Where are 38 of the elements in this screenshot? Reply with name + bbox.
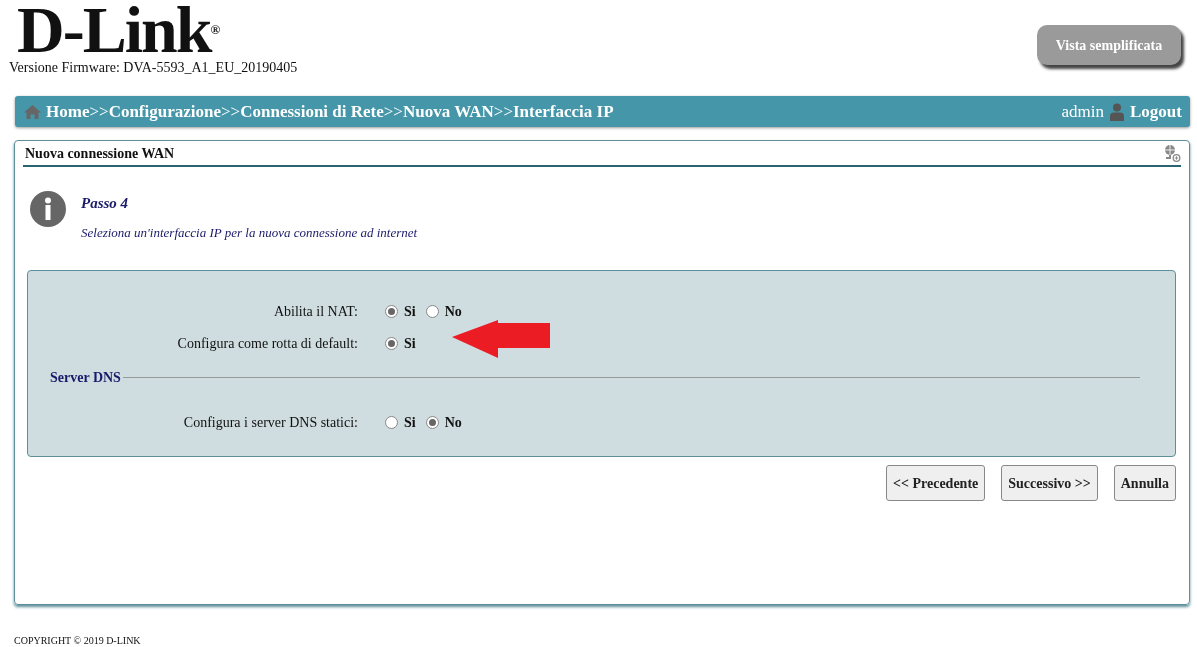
copyright-text: COPYRIGHT © 2019 D-LINK (14, 634, 141, 647)
option-label: Si (404, 413, 416, 432)
radio-button[interactable] (385, 304, 398, 318)
breadcrumb-link[interactable]: Connessioni di Rete (240, 98, 384, 125)
breadcrumb-link[interactable]: Configurazione (108, 98, 221, 125)
field-label: Abilita il NAT: (272, 302, 359, 321)
panel-title: Nuova connessione WAN (25, 144, 175, 163)
firmware-version: Versione Firmware: DVA-5593_A1_EU_20190405 (9, 60, 298, 76)
option-label: Si (404, 334, 416, 353)
option-label: No (444, 302, 462, 321)
breadcrumb-separator: >> (383, 100, 403, 123)
breadcrumb-link[interactable]: Home (46, 98, 90, 125)
radio-button[interactable] (425, 415, 439, 429)
wizard-button[interactable]: << Precedente (886, 465, 986, 501)
radio-button[interactable] (385, 336, 398, 350)
breadcrumb-separator: >> (89, 100, 109, 123)
option-label: No (444, 413, 462, 432)
breadcrumb-separator: >> (493, 100, 513, 123)
field-label: Configura come rotta di default: (176, 334, 359, 353)
username: admin (1061, 100, 1105, 123)
simplified-view-button[interactable]: Vista semplificata (1037, 25, 1181, 65)
logout-link[interactable]: Logout (1130, 98, 1182, 125)
step-title: Passo 4 (81, 194, 130, 213)
radio-button[interactable] (385, 415, 398, 429)
breadcrumb-link[interactable]: Nuova WAN (402, 98, 494, 125)
option-label: Si (404, 302, 416, 321)
section-title: Server DNS (50, 369, 121, 387)
step-description: Seleziona un'interfaccia IP per la nuova connessione ad internet (81, 223, 418, 242)
logo-text: D-Link® (17, 0, 219, 60)
globe-plus-icon[interactable] (1163, 144, 1181, 162)
radio-button[interactable] (425, 304, 439, 318)
breadcrumb-separator: >> (221, 100, 241, 123)
wizard-button[interactable]: Annulla (1113, 465, 1176, 501)
user-icon (1110, 102, 1125, 121)
wizard-button[interactable]: Successivo >> (1001, 465, 1098, 501)
info-icon (30, 191, 66, 227)
breadcrumb-link[interactable]: Interfaccia IP (513, 98, 614, 125)
field-label: Configura i server DNS statici: (182, 413, 359, 432)
